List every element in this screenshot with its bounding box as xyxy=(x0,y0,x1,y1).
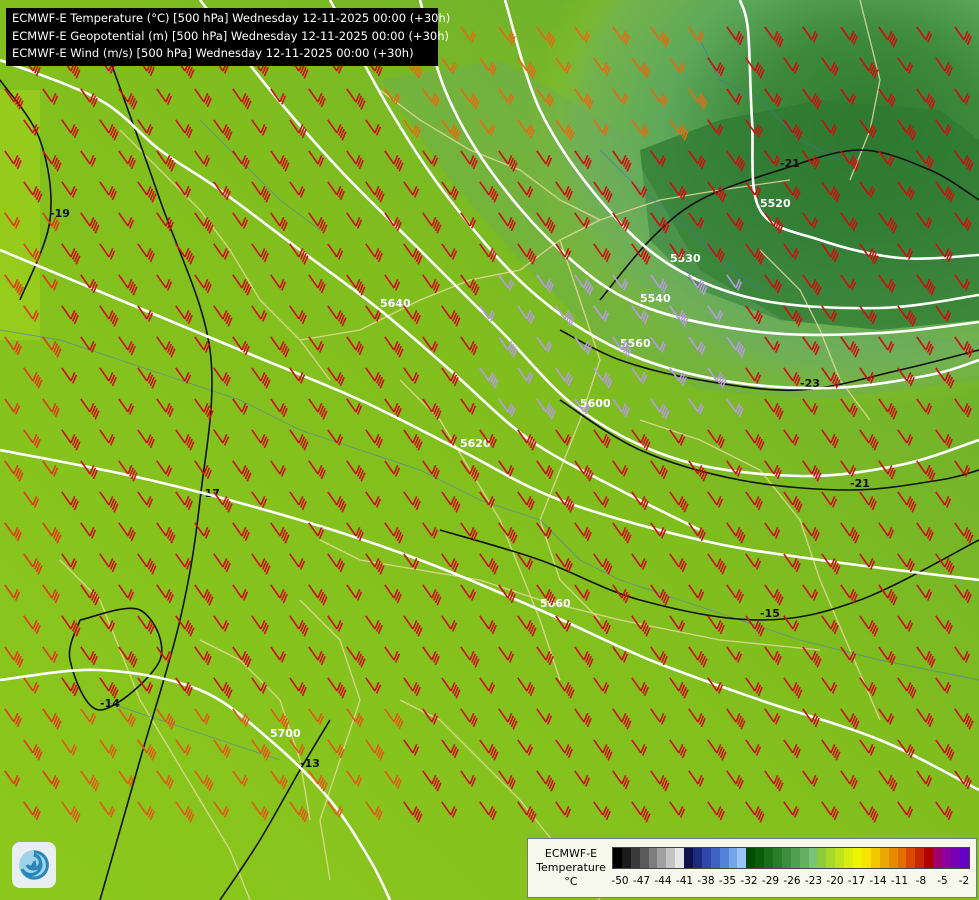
title-geopotential: ECMWF-E Geopotential (m) [500 hPa] Wedne… xyxy=(12,28,449,43)
legend-swatch xyxy=(933,848,942,868)
legend-tick: -17 xyxy=(847,875,866,887)
isotherm-label-7: -13 xyxy=(300,757,320,770)
isotherm-label-2: -21 xyxy=(850,477,870,490)
legend-swatch xyxy=(888,848,898,868)
legend-swatch xyxy=(746,848,756,868)
legend-swatch xyxy=(639,848,649,868)
ecmwf-logo-icon xyxy=(12,842,56,888)
legend-swatch xyxy=(781,848,791,868)
legend-swatch xyxy=(666,848,676,868)
legend-swatch xyxy=(755,848,765,868)
legend-title: ECMWF-E Temperature °C xyxy=(536,847,606,888)
legend-tick: -20 xyxy=(826,875,844,887)
legend-tick: -35 xyxy=(718,875,737,887)
isohypse-label-2: 5540 xyxy=(640,292,671,305)
legend-swatch xyxy=(844,848,854,868)
legend-tick-labels: -50 -47 -44 -41 -38 -35 -32 -29 -26 -23 -20 -17 -14-… xyxy=(611,875,972,889)
legend-swatch xyxy=(630,848,640,868)
legend-swatch xyxy=(764,848,774,868)
legend-swatch xyxy=(737,848,747,868)
legend-swatch xyxy=(826,848,836,868)
title-wind: ECMWF-E Wind (m/s) [500 hPa] Wednesday 1… xyxy=(12,46,414,60)
legend-swatch xyxy=(941,848,951,868)
legend-swatch xyxy=(808,848,818,868)
legend-swatch xyxy=(817,848,827,868)
legend-swatch xyxy=(879,848,889,868)
legend-swatch xyxy=(950,848,960,868)
title-temperature: ECMWF-E Temperature (°C) [500 hPa] Wedne… xyxy=(12,11,451,25)
legend-tick: -47 xyxy=(632,875,651,887)
legend-tick: -5 xyxy=(937,875,948,887)
legend-tick: -14 xyxy=(869,875,887,887)
legend-tick: -26 xyxy=(783,875,801,887)
legend-swatch xyxy=(915,848,925,868)
legend-swatch xyxy=(835,848,845,868)
legend-tick: -8 xyxy=(915,875,927,887)
isotherm-label-0: -21 xyxy=(780,157,800,170)
legend-tick: -41 xyxy=(675,875,694,887)
legend-tick: -23 xyxy=(804,875,823,887)
legend-tick: -38 xyxy=(697,875,715,887)
legend-swatch xyxy=(728,848,738,868)
legend-tick: -44 xyxy=(654,875,672,887)
legend-swatch xyxy=(613,848,622,868)
isotherm-label-5: -15 xyxy=(760,607,780,620)
isohypse-label-6: 5640 xyxy=(380,297,411,310)
legend-tick: -2 xyxy=(958,875,970,887)
legend-tick: -11 xyxy=(890,875,909,887)
legend-swatch xyxy=(657,848,667,868)
legend-swatch xyxy=(906,848,916,868)
legend-swatch xyxy=(799,848,809,868)
legend-swatch xyxy=(701,848,711,868)
isotherm-label-6: -14 xyxy=(100,697,120,710)
isohypse-label-4: 5600 xyxy=(580,397,611,410)
legend-swatch xyxy=(684,848,694,868)
temperature-legend: ECMWF-E Temperature °C -50 -47 -44 -41 -38 -3… xyxy=(527,838,977,898)
legend-swatch xyxy=(621,848,631,868)
legend-swatch xyxy=(693,848,702,868)
weather-map[interactable]: -21-23-21-19-17-15-14-13 552055305540556… xyxy=(0,0,979,900)
legend-swatch xyxy=(870,848,880,868)
isohypse-label-7: 5660 xyxy=(540,597,571,610)
legend-swatch xyxy=(648,848,658,868)
legend-swatch xyxy=(719,848,729,868)
legend-tick: -29 xyxy=(761,875,780,887)
isohypse-label-1: 5530 xyxy=(670,252,701,265)
map-viewer: -21 -23 -21 -19 -17 -15 -14 -13 5520 5530 5540 556… xyxy=(0,0,979,900)
legend-swatch xyxy=(897,848,907,868)
legend-swatch xyxy=(924,848,934,868)
legend-swatch xyxy=(959,848,969,868)
legend-color-bar xyxy=(612,847,970,869)
legend-swatch xyxy=(790,848,800,868)
isohypse-label-0: 5520 xyxy=(760,197,791,210)
legend-tick: -32 xyxy=(740,875,758,887)
isotherm-label-3: -19 xyxy=(50,207,70,220)
legend-swatch xyxy=(853,848,862,868)
legend-swatch xyxy=(861,848,871,868)
map-title-box: ECMWF-E Temperature (°C) [500 hPa] Wedne… xyxy=(6,8,451,66)
legend-tick: -50 xyxy=(611,875,629,887)
legend-swatch xyxy=(675,848,685,868)
legend-swatch xyxy=(773,848,782,868)
legend-swatch xyxy=(710,848,720,868)
